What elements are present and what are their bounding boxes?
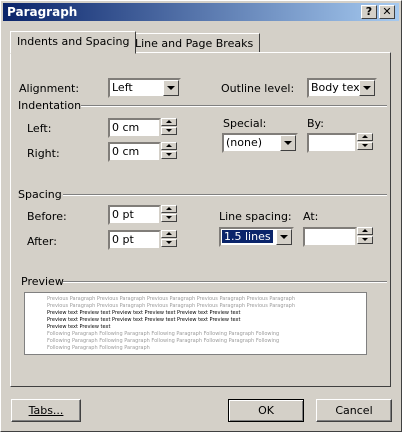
help-icon: ? xyxy=(365,5,373,18)
spin-up-icon[interactable] xyxy=(161,230,177,238)
outline-level-label: Outline level: xyxy=(221,82,295,95)
tab-label: Line and Page Breaks xyxy=(135,37,254,50)
ok-button[interactable]: OK xyxy=(228,399,304,422)
spacing-divider xyxy=(63,194,387,196)
spin-up-icon[interactable] xyxy=(161,205,177,213)
chevron-down-icon[interactable] xyxy=(280,135,296,151)
alignment-value: Left xyxy=(112,81,133,94)
spin-up-icon[interactable] xyxy=(161,118,177,126)
outline-level-value: Body text xyxy=(311,81,364,94)
at-input[interactable] xyxy=(303,227,357,247)
indent-right-input[interactable]: 0 cm xyxy=(108,142,161,162)
spin-down-icon[interactable] xyxy=(161,214,177,222)
title-bar: Paragraph ? ✕ xyxy=(3,3,399,21)
preview-line: Previous Paragraph Previous Paragraph Pr… xyxy=(47,303,296,309)
preview-line: Preview text Preview text Preview text P… xyxy=(47,310,241,316)
special-dropdown[interactable]: (none) xyxy=(222,133,298,153)
spin-down-icon[interactable] xyxy=(357,142,373,150)
ok-button-label: OK xyxy=(258,404,274,417)
close-button[interactable]: ✕ xyxy=(379,5,395,19)
indent-right-value: 0 cm xyxy=(112,145,140,158)
spin-down-icon[interactable] xyxy=(357,236,373,244)
spacing-after-value: 0 pt xyxy=(112,233,134,246)
cancel-button-label: Cancel xyxy=(335,404,373,417)
preview-line: Preview text Preview text xyxy=(47,324,111,330)
preview-line: Following Paragraph Following Paragraph … xyxy=(47,338,280,344)
indent-right-label: Right: xyxy=(27,147,60,160)
tabs-button-label: Tabs... xyxy=(28,404,64,417)
tabs-button[interactable]: Tabs... xyxy=(11,399,81,422)
chevron-down-icon[interactable] xyxy=(276,229,292,245)
spin-up-icon[interactable] xyxy=(357,227,373,235)
preview-line: Following Paragraph Following Paragraph … xyxy=(47,331,280,337)
preview-line: Previous Paragraph Previous Paragraph Pr… xyxy=(47,296,296,302)
help-button[interactable]: ? xyxy=(361,5,377,19)
tab-label: Indents and Spacing xyxy=(17,35,130,48)
indent-left-value: 0 cm xyxy=(112,121,140,134)
indent-left-input[interactable]: 0 cm xyxy=(108,118,161,138)
preview-group-label: Preview xyxy=(21,275,64,288)
at-label: At: xyxy=(303,210,319,223)
spacing-group-label: Spacing xyxy=(18,188,62,201)
spacing-before-value: 0 pt xyxy=(112,208,134,221)
chevron-down-icon[interactable] xyxy=(359,80,375,96)
special-value: (none) xyxy=(226,136,263,149)
spin-up-icon[interactable] xyxy=(357,133,373,141)
paragraph-dialog: Paragraph ? ✕ Indents and Spacing Line a… xyxy=(0,0,402,432)
line-spacing-dropdown[interactable]: 1.5 lines xyxy=(219,227,294,247)
preview-divider xyxy=(63,281,387,283)
indent-left-label: Left: xyxy=(27,122,52,135)
spin-down-icon[interactable] xyxy=(161,127,177,135)
tab-line-and-page-breaks[interactable]: Line and Page Breaks xyxy=(128,33,261,52)
tab-indents-and-spacing[interactable]: Indents and Spacing xyxy=(10,31,137,54)
spin-down-icon[interactable] xyxy=(161,239,177,247)
spacing-after-input[interactable]: 0 pt xyxy=(108,230,161,250)
by-input[interactable] xyxy=(307,133,357,153)
outline-level-dropdown[interactable]: Body text xyxy=(307,78,377,98)
spacing-after-label: After: xyxy=(27,235,57,248)
preview-box: Previous Paragraph Previous Paragraph Pr… xyxy=(24,292,367,355)
spacing-before-label: Before: xyxy=(27,210,67,223)
dialog-title: Paragraph xyxy=(7,5,78,19)
alignment-dropdown[interactable]: Left xyxy=(108,78,181,98)
preview-line: Preview text Preview text Preview text P… xyxy=(47,317,241,323)
line-spacing-value: 1.5 lines xyxy=(222,230,273,243)
indentation-group-label: Indentation xyxy=(18,99,82,112)
chevron-down-icon[interactable] xyxy=(163,80,179,96)
close-icon: ✕ xyxy=(382,5,392,18)
preview-line: Following Paragraph Following Paragraph xyxy=(47,345,150,351)
spin-up-icon[interactable] xyxy=(161,142,177,150)
cancel-button[interactable]: Cancel xyxy=(316,399,392,422)
indentation-divider xyxy=(81,105,387,107)
spacing-before-input[interactable]: 0 pt xyxy=(108,205,161,225)
by-label: By: xyxy=(307,117,324,130)
special-label: Special: xyxy=(223,117,267,130)
spin-down-icon[interactable] xyxy=(161,151,177,159)
line-spacing-label: Line spacing: xyxy=(219,210,292,223)
alignment-label: Alignment: xyxy=(19,82,80,95)
